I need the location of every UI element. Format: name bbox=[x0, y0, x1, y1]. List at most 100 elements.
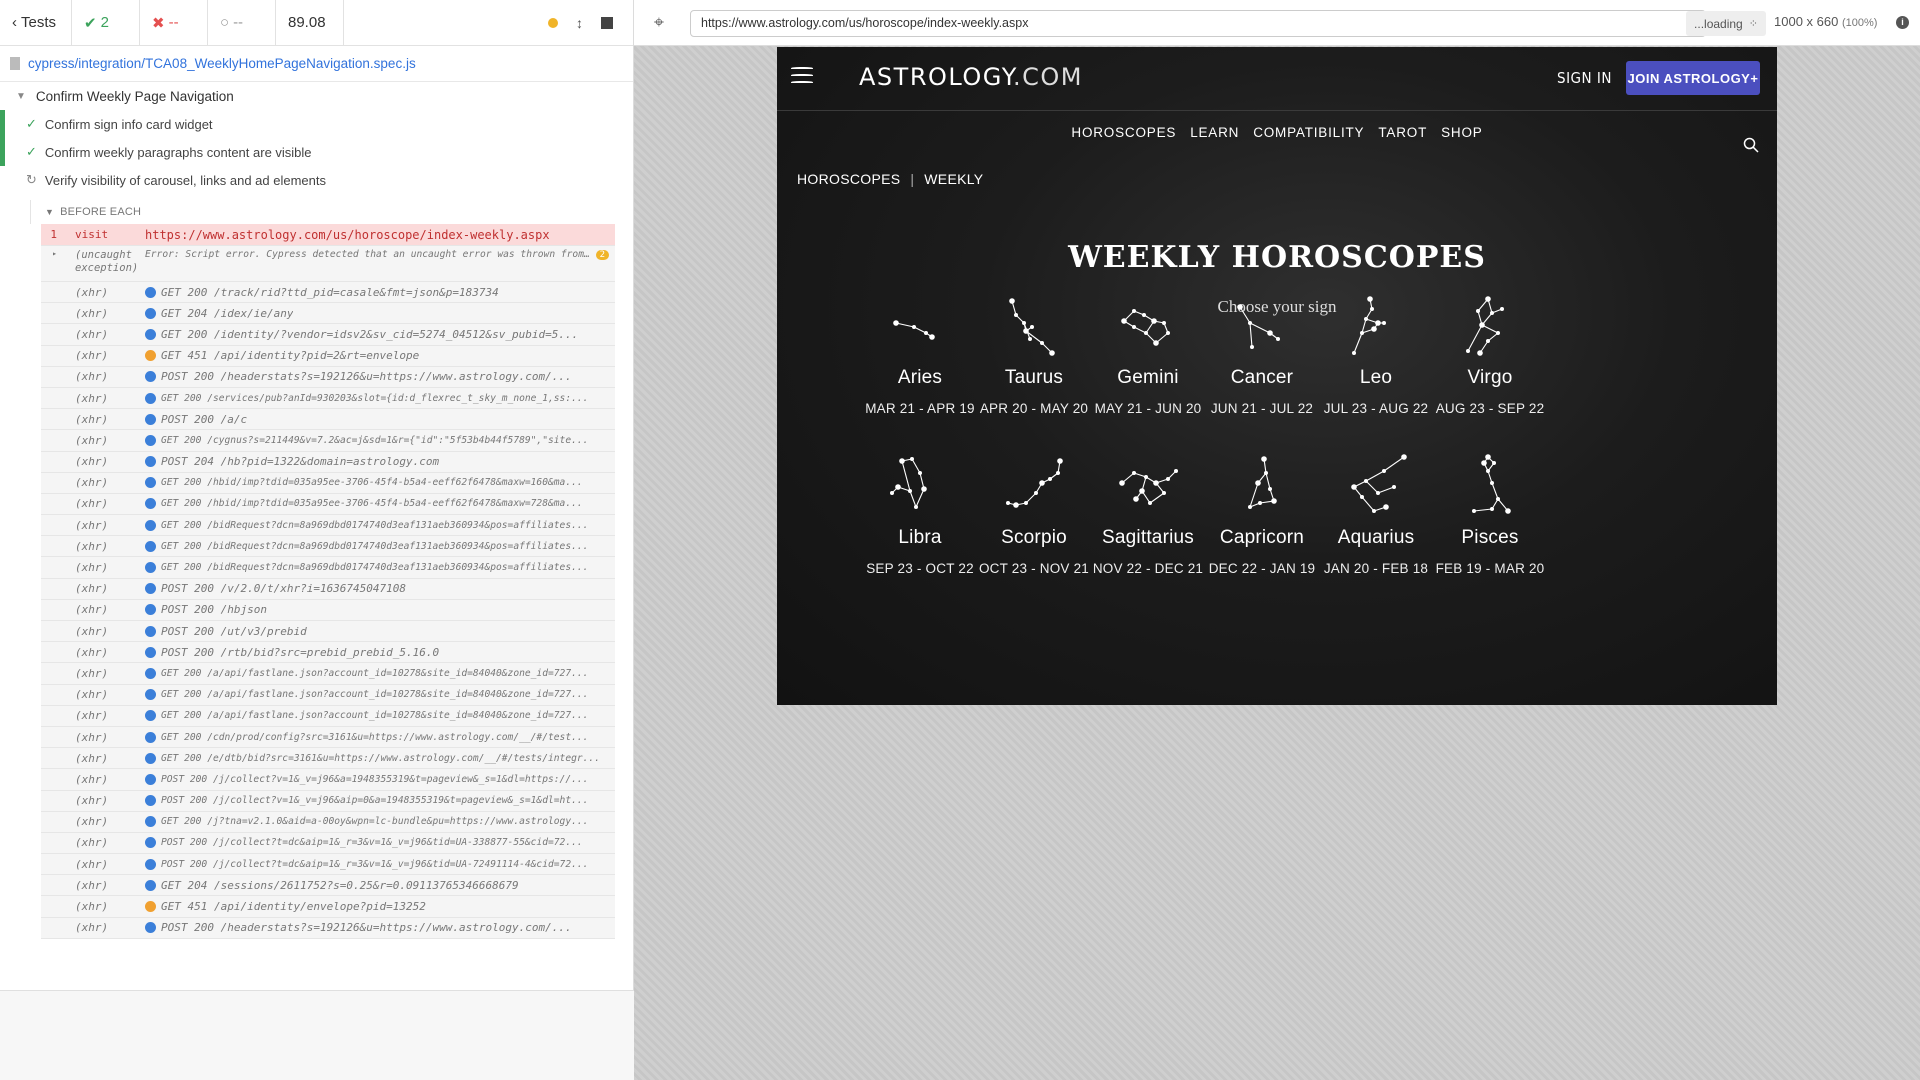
sign-card-aries[interactable]: Aries MAR 21 - APR 19 bbox=[855, 293, 985, 416]
nav-shop[interactable]: SHOP bbox=[1441, 125, 1482, 140]
sign-card-leo[interactable]: Leo JUL 23 - AUG 22 bbox=[1311, 293, 1441, 416]
nav-tarot[interactable]: TAROT bbox=[1378, 125, 1427, 140]
selector-playground-icon[interactable]: ⌖ bbox=[634, 12, 684, 33]
loading-label: ...loading bbox=[1694, 16, 1743, 31]
command-xhr[interactable]: (xhr) POST 200 /headerstats?s=192126&u=ht… bbox=[41, 917, 615, 939]
running-indicator-icon bbox=[548, 17, 558, 28]
command-visit[interactable]: 1 visit https://www.astrology.com/us/hor… bbox=[41, 224, 615, 246]
check-icon: ✔ bbox=[84, 14, 97, 32]
site-header: ASTROLOGY.COM SIGN IN JOIN ASTROLOGY+ bbox=[777, 47, 1777, 111]
nav-compatibility[interactable]: COMPATIBILITY bbox=[1253, 125, 1364, 140]
sign-card-libra[interactable]: Libra SEP 23 - OCT 22 bbox=[855, 453, 985, 576]
status-dot-icon bbox=[145, 901, 156, 913]
status-dot-icon bbox=[145, 879, 156, 891]
info-icon[interactable]: i bbox=[1896, 16, 1909, 29]
command-xhr[interactable]: (xhr) GET 200 /e/dtb/bid?src=3161&u=https… bbox=[41, 748, 615, 770]
command-xhr[interactable]: (xhr) POST 200 /headerstats?s=192126&u=ht… bbox=[41, 366, 615, 388]
command-xhr[interactable]: (xhr) GET 451 /api/identity/envelope?pid=… bbox=[41, 896, 615, 918]
command-xhr[interactable]: (xhr) GET 200 /bidRequest?dcn=8a969dbd017… bbox=[41, 515, 615, 537]
status-dot-icon bbox=[145, 540, 156, 552]
command-xhr[interactable]: (xhr) POST 200 /j/collect?v=1&_v=j96&aip=… bbox=[41, 790, 615, 812]
command-xhr[interactable]: (xhr) POST 200 /j/collect?t=dc&aip=1&_r=3… bbox=[41, 832, 615, 855]
cypress-reporter: ‹ Tests ✔ 2 ✖ -- ○ -- 89.08 ↕ cypress/in… bbox=[0, 0, 634, 1080]
command-xhr[interactable]: (xhr) GET 200 /bidRequest?dcn=8a969dbd017… bbox=[41, 536, 615, 558]
status-dot-icon bbox=[145, 646, 156, 658]
command-xhr[interactable]: (xhr) POST 200 /j/collect?v=1&_v=j96&a=19… bbox=[41, 769, 615, 791]
xhr-text: GET 200 /bidRequest?dcn=8a969dbd0174740d… bbox=[161, 562, 589, 574]
command-xhr[interactable]: (xhr) GET 200 /a/api/fastlane.json?accoun… bbox=[41, 705, 615, 727]
sign-name: Leo bbox=[1359, 367, 1393, 388]
command-xhr[interactable]: (xhr) GET 200 /a/api/fastlane.json?accoun… bbox=[41, 684, 615, 706]
command-xhr[interactable]: (xhr) GET 200 /hbid/imp?tdid=035a95ee-370… bbox=[41, 493, 615, 516]
url-field[interactable]: https://www.astrology.com/us/horoscope/i… bbox=[690, 10, 1706, 37]
command-message: GET 200 /bidRequest?dcn=8a969dbd0174740d… bbox=[145, 519, 615, 531]
nav-learn[interactable]: LEARN bbox=[1190, 125, 1239, 140]
command-xhr[interactable]: (xhr) GET 200 /j?tna=v2.1.0&aid=a-00oy&wp… bbox=[41, 811, 615, 833]
command-xhr[interactable]: (xhr) GET 200 /identity/?vendor=idsv2&sv_… bbox=[41, 324, 615, 346]
command-xhr[interactable]: (xhr) POST 200 /a/c bbox=[41, 409, 615, 431]
sign-card-capricorn[interactable]: Capricorn DEC 22 - JAN 19 bbox=[1197, 453, 1327, 576]
command-xhr[interactable]: (xhr) POST 204 /hb?pid=1322&domain=astrol… bbox=[41, 451, 615, 473]
sign-dates: AUG 23 - SEP 22 bbox=[1435, 401, 1545, 416]
sign-card-gemini[interactable]: Gemini MAY 21 - JUN 20 bbox=[1083, 293, 1213, 416]
sign-dates: JUL 23 - AUG 22 bbox=[1323, 401, 1429, 416]
menu-icon[interactable] bbox=[791, 67, 813, 88]
xhr-text: POST 204 /hb?pid=1322&domain=astrology.c… bbox=[161, 455, 440, 469]
command-uncaught-exception[interactable]: ▸ (uncaught exception) Error: Script err… bbox=[41, 246, 615, 282]
xhr-text: POST 200 /j/collect?v=1&_v=j96&aip=0&a=1… bbox=[161, 795, 589, 807]
command-xhr[interactable]: (xhr) GET 200 /bidRequest?dcn=8a969dbd017… bbox=[41, 557, 615, 579]
command-xhr[interactable]: (xhr) GET 200 /services/pub?anId=930203&s… bbox=[41, 387, 615, 410]
sign-card-pisces[interactable]: Pisces FEB 19 - MAR 20 bbox=[1425, 453, 1555, 576]
command-xhr[interactable]: (xhr) GET 204 /sessions/2611752?s=0.25&r=… bbox=[41, 875, 615, 897]
command-xhr[interactable]: (xhr) GET 451 /api/identity?pid=2&rt=enve… bbox=[41, 345, 615, 367]
command-xhr[interactable]: (xhr) GET 200 /hbid/imp?tdid=035a95ee-370… bbox=[41, 472, 615, 494]
command-xhr[interactable]: (xhr) POST 200 /hbjson bbox=[41, 599, 615, 621]
test-item[interactable]: ✓ Confirm weekly paragraphs content are … bbox=[0, 138, 633, 166]
tests-button[interactable]: ‹ Tests bbox=[0, 0, 72, 46]
status-dot-icon bbox=[145, 328, 156, 340]
command-message: GET 200 /cygnus?s=211449&v=7.2&ac=j&sd=1… bbox=[145, 434, 615, 446]
test-item[interactable]: ✓ Confirm sign info card widget bbox=[0, 110, 633, 138]
status-dot-icon bbox=[145, 350, 156, 362]
command-xhr[interactable]: (xhr) POST 200 /rtb/bid?src=prebid_prebid… bbox=[41, 642, 615, 664]
scroll-toggle-icon[interactable]: ↕ bbox=[576, 15, 583, 31]
sign-card-sagittarius[interactable]: Sagittarius NOV 22 - DEC 21 bbox=[1083, 453, 1213, 576]
sign-card-scorpio[interactable]: Scorpio OCT 23 - NOV 21 bbox=[969, 453, 1099, 576]
sign-card-virgo[interactable]: Virgo AUG 23 - SEP 22 bbox=[1425, 293, 1555, 416]
site-logo[interactable]: ASTROLOGY.COM bbox=[859, 63, 1083, 91]
nav-horoscopes[interactable]: HOROSCOPES bbox=[1071, 125, 1176, 140]
sign-card-cancer[interactable]: Cancer JUN 21 - JUL 22 bbox=[1197, 293, 1327, 416]
search-icon[interactable] bbox=[1743, 137, 1759, 153]
command-xhr[interactable]: (xhr) GET 200 /cygnus?s=211449&v=7.2&ac=j… bbox=[41, 430, 615, 452]
test-item[interactable]: ↻ Verify visibility of carousel, links a… bbox=[0, 166, 633, 194]
suite-title[interactable]: ▼ Confirm Weekly Page Navigation bbox=[0, 82, 633, 110]
sign-card-aquarius[interactable]: Aquarius JAN 20 - FEB 18 bbox=[1311, 453, 1441, 576]
command-xhr[interactable]: (xhr) POST 200 /ut/v3/prebid bbox=[41, 621, 615, 643]
command-xhr[interactable]: (xhr) POST 200 /j/collect?t=dc&aip=1&_r=3… bbox=[41, 854, 615, 876]
status-dot-icon bbox=[145, 816, 156, 828]
sign-in-link[interactable]: SIGN IN bbox=[1557, 69, 1612, 87]
stop-button[interactable] bbox=[601, 16, 613, 29]
command-name: (xhr) bbox=[75, 900, 109, 914]
command-xhr[interactable]: (xhr) POST 200 /v/2.0/t/xhr?i=16367450471… bbox=[41, 578, 615, 600]
command-xhr[interactable]: (xhr) GET 200 /track/rid?ttd_pid=casale&f… bbox=[41, 282, 615, 304]
command-name: (xhr) bbox=[75, 857, 109, 871]
command-name: (uncaught exception) bbox=[75, 249, 139, 274]
caret-down-icon: ▼ bbox=[16, 90, 26, 102]
command-xhr[interactable]: (xhr) GET 200 /a/api/fastlane.json?accoun… bbox=[41, 663, 615, 685]
command-message: https://www.astrology.com/us/horoscope/i… bbox=[145, 227, 550, 242]
breadcrumb-horoscopes[interactable]: HOROSCOPES bbox=[797, 171, 900, 187]
command-xhr[interactable]: (xhr) GET 200 /cdn/prod/config?src=3161&u… bbox=[41, 726, 615, 749]
join-button[interactable]: JOIN ASTROLOGY+ bbox=[1626, 61, 1760, 95]
command-name: (xhr) bbox=[75, 561, 109, 575]
before-each-hook[interactable]: ▼ BEFORE EACH bbox=[31, 200, 614, 224]
command-xhr[interactable]: (xhr) GET 204 /idex/ie/any bbox=[41, 303, 615, 325]
xhr-text: POST 200 /rtb/bid?src=prebid_prebid_5.16… bbox=[161, 645, 440, 659]
logo-dotcom: .COM bbox=[1012, 63, 1083, 91]
sign-dates: JAN 20 - FEB 18 bbox=[1323, 561, 1429, 576]
xhr-text: GET 200 /cdn/prod/config?src=3161&u=http… bbox=[161, 731, 589, 743]
spec-path[interactable]: cypress/integration/TCA08_WeeklyHomePage… bbox=[0, 46, 633, 82]
status-dot-icon bbox=[145, 562, 156, 574]
sign-card-taurus[interactable]: Taurus APR 20 - MAY 20 bbox=[969, 293, 1099, 416]
command-name: (xhr) bbox=[75, 645, 109, 659]
